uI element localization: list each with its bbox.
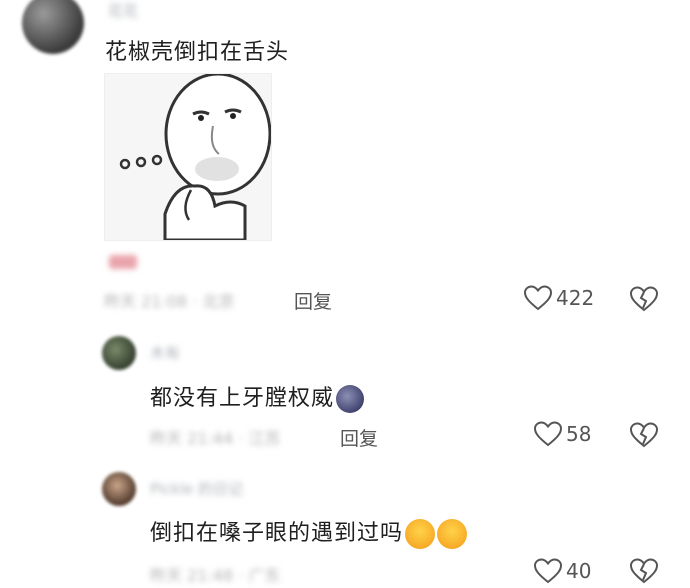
dislike-button[interactable] [629, 286, 659, 316]
heart-icon [534, 558, 562, 584]
comment-username[interactable]: 花花 [108, 0, 138, 21]
like-button[interactable]: 422 [524, 285, 594, 311]
comment-meta: 昨天 21:48 · 广东 [150, 566, 281, 585]
heart-icon [524, 285, 552, 311]
avatar[interactable] [102, 336, 136, 370]
loudly-crying-face-icon [437, 519, 468, 549]
comment-text-content: 都没有上牙膛权威 [150, 386, 335, 411]
like-count: 40 [566, 559, 592, 583]
dislike-button[interactable] [629, 558, 659, 588]
broken-heart-icon [629, 286, 659, 312]
like-count: 422 [556, 286, 595, 310]
like-button[interactable]: 40 [534, 558, 591, 584]
heart-icon [534, 421, 562, 447]
thinking-face-sticker [119, 72, 272, 242]
comment-username[interactable]: Pickle 的日记 [150, 478, 243, 499]
avatar[interactable] [102, 472, 136, 506]
comment-text-content: 倒扣在嗓子眼的遇到过吗 [150, 521, 404, 546]
comment-meta: 昨天 21:44 · 江苏 [150, 429, 281, 448]
dislike-button[interactable] [629, 422, 659, 452]
broken-heart-icon [629, 422, 659, 448]
comment-meta: 昨天 21:08 · 北京 [104, 292, 235, 311]
author-badge [109, 255, 137, 269]
like-button[interactable]: 58 [534, 421, 591, 447]
avatar[interactable] [22, 0, 84, 54]
loudly-crying-face-icon [405, 519, 436, 549]
comment-username[interactable]: 木有 [150, 342, 180, 363]
sticker-image[interactable] [104, 72, 272, 242]
reply-button[interactable]: 回复 [294, 287, 332, 314]
broken-heart-icon [629, 558, 659, 584]
reply-button[interactable]: 回复 [340, 424, 378, 451]
comment-text: 都没有上牙膛权威 [150, 380, 365, 413]
comment-text: 花椒壳倒扣在舌头 [105, 40, 290, 65]
new-moon-face-icon [336, 385, 365, 413]
like-count: 58 [566, 422, 592, 446]
comment-text: 倒扣在嗓子眼的遇到过吗 [150, 515, 468, 549]
